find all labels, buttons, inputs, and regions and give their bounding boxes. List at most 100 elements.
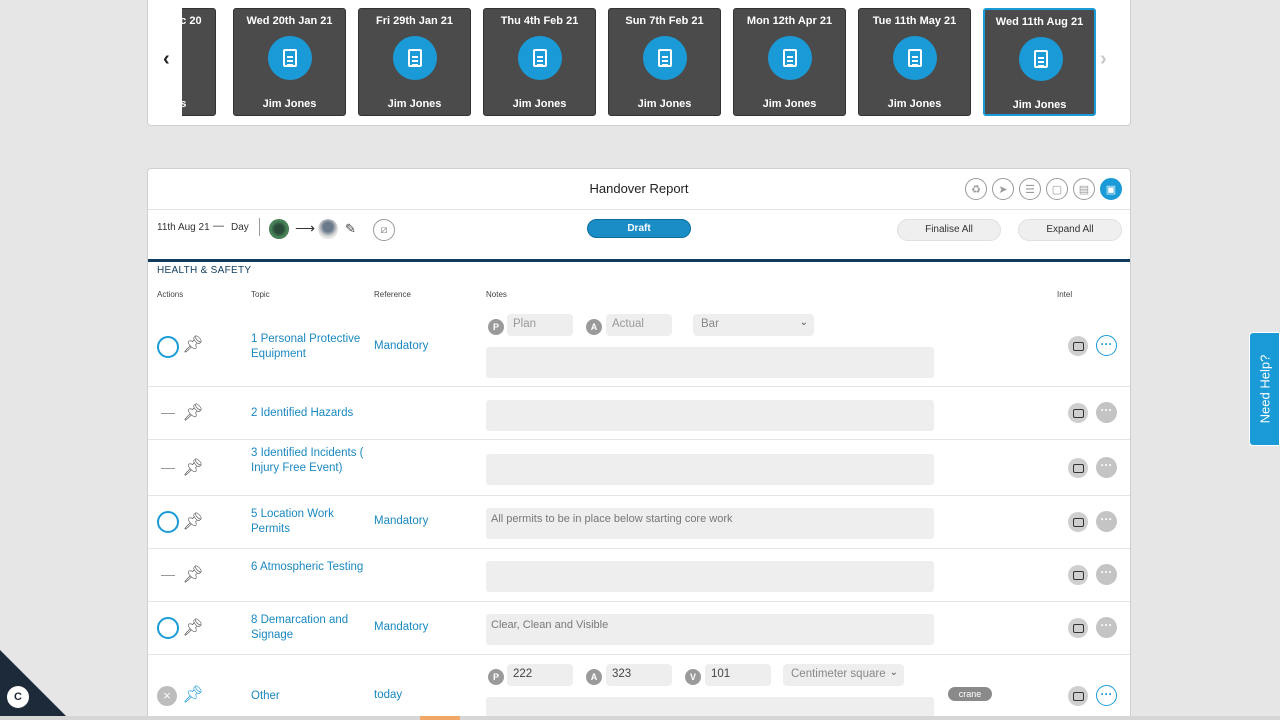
- variance-input[interactable]: 101: [705, 664, 771, 686]
- plan-input[interactable]: Plan: [507, 314, 573, 336]
- handover-report-panel: Handover Report ♻ ➤ ☰ ▢ ▤ ▣ 11th Aug 21 …: [147, 168, 1131, 720]
- notes-field[interactable]: [486, 347, 934, 378]
- carousel-viewport: Wed 2nd Dec 20 Jim Jones Wed 20th Jan 21…: [182, 8, 1099, 118]
- page-icon[interactable]: ▢: [1046, 178, 1068, 200]
- reference-link[interactable]: Mandatory: [374, 515, 428, 527]
- comment-button[interactable]: [1068, 403, 1088, 423]
- unit-select[interactable]: Centimeter square ⌄: [783, 664, 904, 686]
- notes-field[interactable]: Clear, Clean and Visible: [486, 614, 934, 645]
- pin-icon[interactable]: 📌︎: [182, 335, 204, 355]
- complete-toggle[interactable]: [157, 511, 179, 533]
- send-icon[interactable]: ➤: [992, 178, 1014, 200]
- close-icon[interactable]: ×: [157, 686, 177, 706]
- finalise-all-button[interactable]: Finalise All: [897, 219, 1001, 241]
- more-button[interactable]: ···: [1096, 457, 1117, 478]
- chat-icon: [1072, 570, 1084, 580]
- unit-select-value: Centimeter square: [791, 668, 886, 680]
- history-card[interactable]: Fri 29th Jan 21 Jim Jones: [358, 8, 471, 116]
- actual-input[interactable]: 323: [606, 664, 672, 686]
- comment-button[interactable]: [1068, 565, 1088, 585]
- history-card[interactable]: Wed 2nd Dec 20 Jim Jones: [182, 8, 216, 116]
- history-card[interactable]: Wed 20th Jan 21 Jim Jones: [233, 8, 346, 116]
- more-button[interactable]: ···: [1096, 617, 1117, 638]
- comment-button[interactable]: [1068, 458, 1088, 478]
- topic-link[interactable]: 2 Identified Hazards: [251, 406, 369, 421]
- reference-link[interactable]: Mandatory: [374, 621, 428, 633]
- card-date: Tue 11th May 21: [872, 15, 957, 27]
- pin-icon[interactable]: 📌︎: [182, 512, 204, 532]
- history-card[interactable]: Tue 11th May 21 Jim Jones: [858, 8, 971, 116]
- reference-link[interactable]: Mandatory: [374, 340, 428, 352]
- unit-select[interactable]: Bar ⌄: [693, 314, 814, 336]
- card-date: Fri 29th Jan 21: [375, 15, 454, 27]
- document-icon: [768, 36, 812, 80]
- actual-badge: A: [586, 319, 602, 335]
- topic-link[interactable]: 8 Demarcation and Signage: [251, 613, 369, 643]
- history-card[interactable]: Sun 7th Feb 21 Jim Jones: [608, 8, 721, 116]
- chat-icon: [1072, 517, 1084, 527]
- history-card-active[interactable]: Wed 11th Aug 21 Jim Jones: [983, 8, 1096, 116]
- notes-field[interactable]: [486, 400, 934, 431]
- comment-button[interactable]: [1068, 686, 1088, 706]
- more-button[interactable]: ···: [1096, 402, 1117, 423]
- column-header-notes: Notes: [486, 290, 507, 299]
- to-avatar[interactable]: [318, 219, 338, 239]
- meta-dash: —: [213, 220, 224, 232]
- column-header-actions: Actions: [157, 290, 184, 299]
- notes-field[interactable]: All permits to be in place below startin…: [486, 508, 934, 539]
- notes-field[interactable]: [486, 697, 934, 717]
- carousel-prev-button[interactable]: ‹: [163, 49, 177, 69]
- comment-button[interactable]: [1068, 336, 1088, 356]
- document-icon[interactable]: ▤: [1073, 178, 1095, 200]
- edit-box-icon[interactable]: ⧄: [373, 219, 395, 241]
- cookie-settings-corner[interactable]: [0, 650, 70, 720]
- comment-button[interactable]: [1068, 618, 1088, 638]
- actual-input[interactable]: Actual: [606, 314, 672, 336]
- reference-link[interactable]: today: [374, 689, 402, 701]
- topic-link[interactable]: 5 Location Work Permits: [251, 507, 369, 537]
- topic-link[interactable]: Other: [251, 689, 369, 704]
- pin-icon[interactable]: 📌︎: [182, 458, 204, 478]
- pin-icon[interactable]: 📌︎: [182, 403, 204, 423]
- chat-icon: [1072, 408, 1084, 418]
- tag-badge[interactable]: crane: [948, 687, 992, 701]
- more-button[interactable]: ···: [1096, 335, 1117, 356]
- scrollbar-thumb[interactable]: [420, 716, 460, 720]
- expand-all-button[interactable]: Expand All: [1018, 219, 1122, 241]
- section-title: HEALTH & SAFETY: [157, 265, 252, 276]
- more-button[interactable]: ···: [1096, 564, 1117, 585]
- more-button[interactable]: ···: [1096, 685, 1117, 706]
- comment-button[interactable]: [1068, 512, 1088, 532]
- history-card[interactable]: Mon 12th Apr 21 Jim Jones: [733, 8, 846, 116]
- divider: [148, 209, 1130, 210]
- carousel-next-button[interactable]: ›: [1100, 49, 1114, 69]
- chat-icon: [1072, 341, 1084, 351]
- card-author: Jim Jones: [1012, 99, 1067, 111]
- document-icon: [393, 36, 437, 80]
- cookie-gear-icon[interactable]: C: [7, 686, 29, 708]
- topic-link[interactable]: 6 Atmospheric Testing: [251, 560, 369, 575]
- complete-toggle[interactable]: [157, 617, 179, 639]
- topic-link[interactable]: 3 Identified Incidents ( Injury Free Eve…: [251, 446, 369, 476]
- status-badge[interactable]: Draft: [587, 219, 691, 238]
- pencil-icon[interactable]: ✎: [345, 221, 356, 237]
- pin-icon[interactable]: 📌︎: [182, 565, 204, 585]
- history-card[interactable]: Thu 4th Feb 21 Jim Jones: [483, 8, 596, 116]
- from-avatar[interactable]: [269, 219, 289, 239]
- card-author: Jim Jones: [887, 98, 942, 110]
- archive-icon[interactable]: ▣: [1100, 178, 1122, 200]
- pin-icon[interactable]: 📌︎: [182, 685, 204, 705]
- topic-link[interactable]: 1 Personal Protective Equipment: [251, 332, 369, 362]
- horizontal-scrollbar[interactable]: [0, 716, 1280, 720]
- card-date: Sun 7th Feb 21: [625, 15, 704, 27]
- filter-icon[interactable]: ☰: [1019, 178, 1041, 200]
- need-help-tab[interactable]: Need Help?: [1249, 332, 1280, 446]
- recycle-icon[interactable]: ♻: [965, 178, 987, 200]
- notes-field[interactable]: [486, 454, 934, 485]
- more-button[interactable]: ···: [1096, 511, 1117, 532]
- section-divider: [148, 259, 1130, 262]
- pin-icon[interactable]: 📌︎: [182, 618, 204, 638]
- complete-toggle[interactable]: [157, 336, 179, 358]
- notes-field[interactable]: [486, 561, 934, 592]
- plan-input[interactable]: 222: [507, 664, 573, 686]
